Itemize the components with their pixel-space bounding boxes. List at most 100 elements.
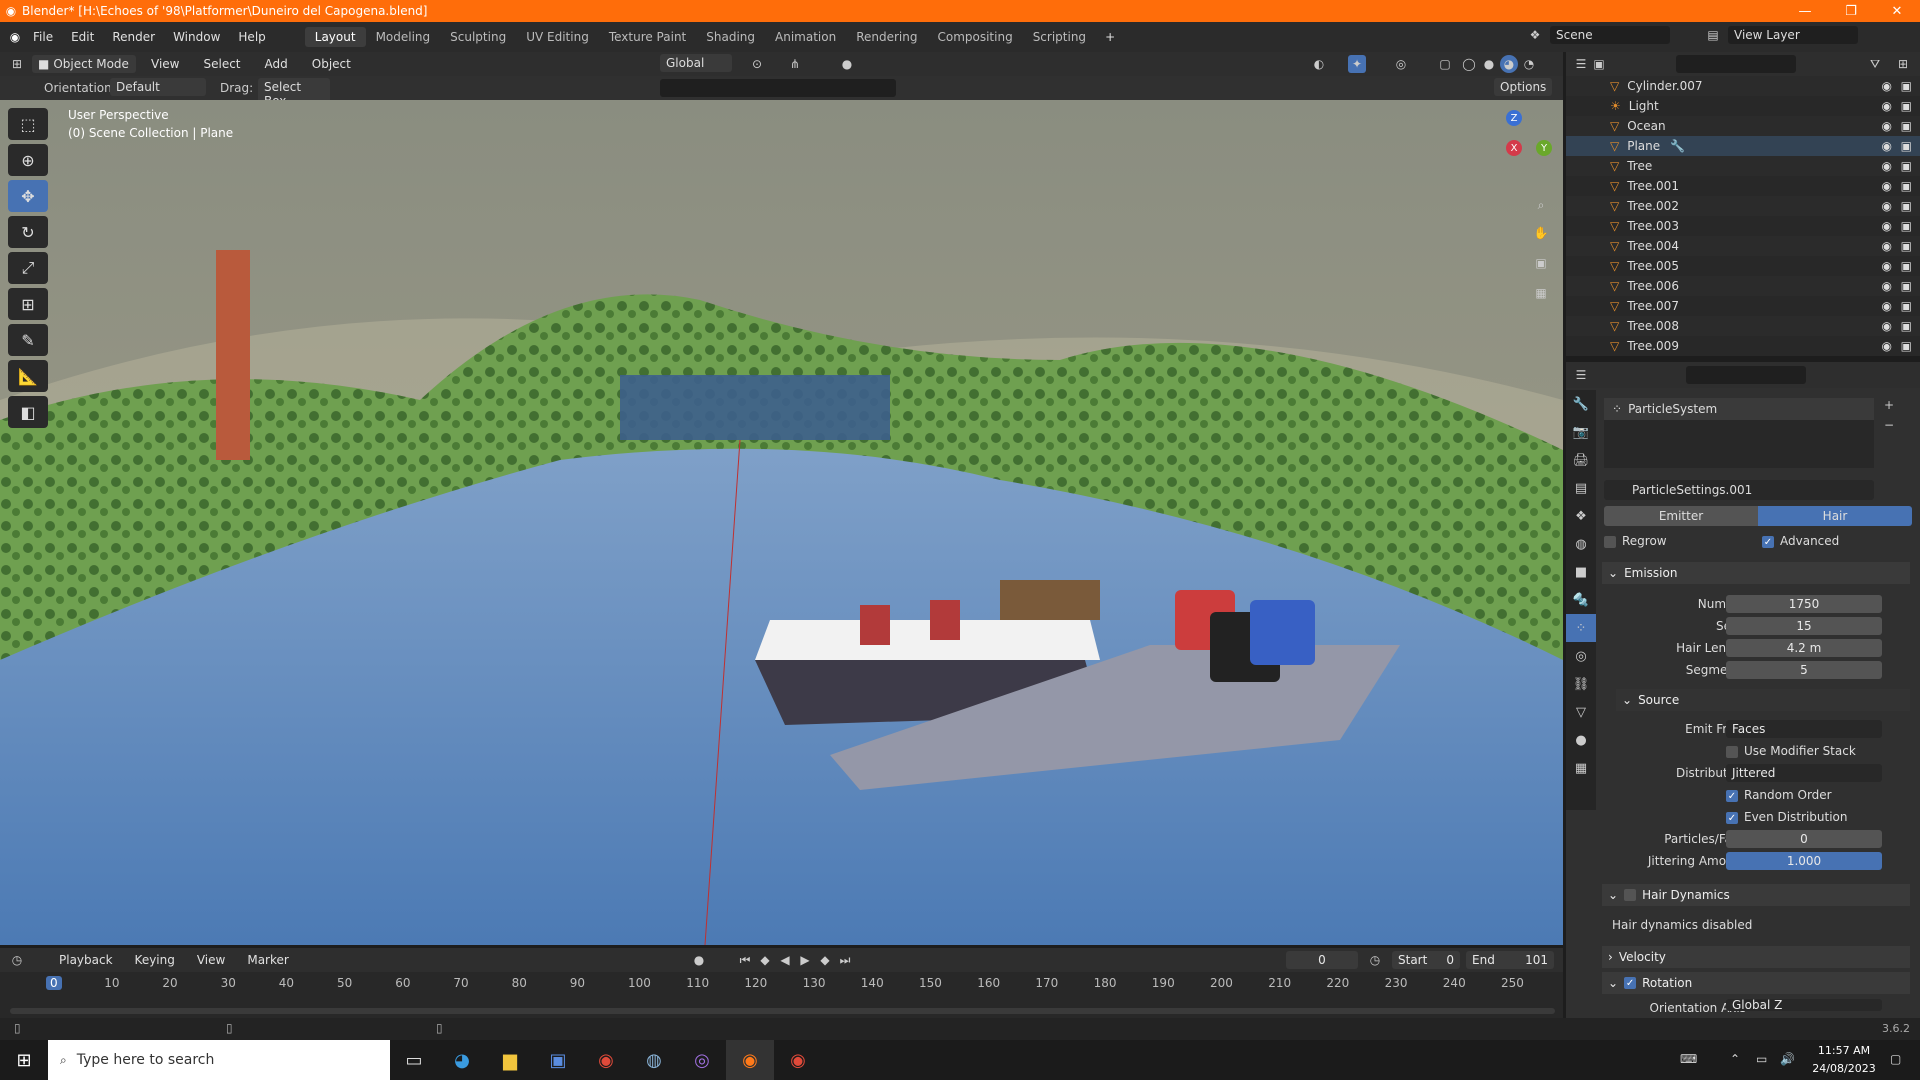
menu-add[interactable]: Add [256, 57, 297, 71]
tab-compositing[interactable]: Compositing [927, 27, 1022, 47]
minimize-button[interactable]: — [1782, 0, 1828, 22]
gizmo-toggle-icon[interactable]: ✦ [1348, 55, 1366, 73]
camera-icon[interactable]: ▣ [1901, 79, 1912, 93]
camera-icon[interactable]: ▣ [1901, 299, 1912, 313]
start-frame-field[interactable]: Start 0 [1392, 951, 1460, 969]
3d-viewport[interactable]: User Perspective (0) Scene Collection | … [0, 100, 1563, 945]
file-explorer-icon[interactable]: ▆ [486, 1040, 534, 1080]
eye-icon[interactable]: ◉ [1882, 339, 1892, 353]
display-mode-icon[interactable]: ▣ [1590, 55, 1608, 73]
hair-type-tab[interactable]: Hair [1758, 506, 1912, 526]
menu-render[interactable]: Render [103, 30, 164, 44]
seed-field[interactable]: 15 [1726, 617, 1882, 635]
ortho-grid-icon[interactable]: ▦ [1532, 284, 1550, 302]
outliner-search-input[interactable] [1676, 55, 1796, 73]
tab-uv-editing[interactable]: UV Editing [516, 27, 599, 47]
even-distribution-checkbox[interactable]: ✓ [1726, 812, 1738, 824]
camera-icon[interactable]: ▣ [1901, 319, 1912, 333]
outliner-row[interactable]: ▽ Tree ◉ ▣ [1566, 156, 1920, 176]
scene-icon[interactable]: ❖ [1526, 26, 1544, 44]
add-slot-icon[interactable]: + [1884, 398, 1894, 412]
move-tool-icon[interactable]: ✥ [8, 180, 48, 212]
tab-modeling[interactable]: Modeling [366, 27, 441, 47]
scene-selector[interactable]: Scene [1550, 26, 1670, 44]
rendered-shading-icon[interactable]: ◔ [1520, 55, 1538, 73]
texture-tab-icon[interactable]: ▦ [1566, 754, 1596, 782]
network-icon[interactable]: ▭ [1756, 1052, 1767, 1066]
particles-tab-icon[interactable]: ⁘ [1566, 614, 1596, 642]
jittering-amount-slider[interactable]: 1.000 [1726, 852, 1882, 870]
wireframe-shading-icon[interactable]: ◯ [1460, 55, 1478, 73]
notifications-icon[interactable]: ▢ [1890, 1052, 1901, 1066]
outliner-row[interactable]: ▽ Tree.009 ◉ ▣ [1566, 336, 1920, 356]
camera-icon[interactable]: ▣ [1901, 339, 1912, 353]
eye-icon[interactable]: ◉ [1882, 239, 1892, 253]
properties-search-input[interactable] [1686, 366, 1806, 384]
eye-icon[interactable]: ◉ [1882, 159, 1892, 173]
orientation-axis-dropdown[interactable]: Global Z [1726, 999, 1882, 1011]
taskbar-search-box[interactable]: ⌕ Type here to search [48, 1040, 390, 1080]
camera-icon[interactable]: ▣ [1901, 239, 1912, 253]
outliner-row[interactable]: ☀ Light ◉ ▣ [1566, 96, 1920, 116]
emit-from-dropdown[interactable]: Faces [1726, 720, 1882, 738]
outliner-editor-icon[interactable]: ☰ [1572, 55, 1590, 73]
hair-length-field[interactable]: 4.2 m [1726, 639, 1882, 657]
emission-panel-header[interactable]: ⌄ Emission [1602, 562, 1910, 584]
data-tab-icon[interactable]: ▽ [1566, 698, 1596, 726]
filter-icon[interactable]: ⛛ [1866, 55, 1884, 73]
material-tab-icon[interactable]: ● [1566, 726, 1596, 754]
proportional-edit-icon[interactable]: ● [838, 55, 856, 73]
tab-texture-paint[interactable]: Texture Paint [599, 27, 696, 47]
outliner-row[interactable]: ▽ Tree.003 ◉ ▣ [1566, 216, 1920, 236]
regrow-checkbox[interactable] [1604, 536, 1616, 548]
github-icon[interactable]: ◎ [678, 1040, 726, 1080]
eye-icon[interactable]: ◉ [1882, 219, 1892, 233]
pan-hand-icon[interactable]: ✋ [1532, 224, 1550, 242]
chrome-icon[interactable]: ◉ [582, 1040, 630, 1080]
menu-timeline-view[interactable]: View [188, 953, 234, 967]
remove-slot-icon[interactable]: − [1884, 418, 1894, 432]
new-collection-icon[interactable]: ⊞ [1894, 55, 1912, 73]
particle-system-list[interactable]: ⁘ ParticleSystem [1604, 398, 1874, 468]
camera-view-icon[interactable]: ▣ [1532, 254, 1550, 272]
render-tab-icon[interactable]: 📷 [1566, 418, 1596, 446]
blender-taskbar-icon[interactable]: ◉ [726, 1040, 774, 1080]
outliner-row-selected[interactable]: ▽ Plane 🔧 ◉ ▣ [1566, 136, 1920, 156]
view-layer-selector[interactable]: View Layer [1728, 26, 1858, 44]
timeline-scrollbar[interactable] [10, 1008, 1555, 1014]
physics-tab-icon[interactable]: ◎ [1566, 642, 1596, 670]
prev-keyframe-icon[interactable]: ◆ [756, 951, 774, 969]
select-box-tool-icon[interactable]: ⬚ [8, 108, 48, 140]
outliner-row[interactable]: ▽ Tree.001 ◉ ▣ [1566, 176, 1920, 196]
view-layer-icon[interactable]: ▤ [1704, 26, 1722, 44]
tab-layout[interactable]: Layout [304, 27, 366, 47]
eye-icon[interactable]: ◉ [1882, 279, 1892, 293]
eye-icon[interactable]: ◉ [1882, 139, 1892, 153]
rotate-tool-icon[interactable]: ↻ [8, 216, 48, 248]
end-frame-field[interactable]: End 101 [1466, 951, 1554, 969]
hair-dynamics-checkbox[interactable] [1624, 889, 1637, 901]
menu-object[interactable]: Object [303, 57, 360, 71]
camera-icon[interactable]: ▣ [1901, 139, 1912, 153]
maximize-button[interactable]: ❐ [1828, 0, 1874, 22]
jump-end-icon[interactable]: ⏭ [836, 951, 854, 969]
transform-tool-icon[interactable]: ⊞ [8, 288, 48, 320]
add-workspace-icon[interactable]: + [1096, 30, 1124, 44]
navigation-gizmo[interactable]: Z Y X [1474, 106, 1554, 186]
particle-system-name[interactable]: ParticleSystem [1628, 402, 1717, 416]
steam-icon[interactable]: ◍ [630, 1040, 678, 1080]
tab-sculpting[interactable]: Sculpting [440, 27, 516, 47]
outliner-row[interactable]: ▽ Tree.005 ◉ ▣ [1566, 256, 1920, 276]
options-button[interactable]: Options [1494, 78, 1553, 96]
xray-icon[interactable]: ▢ [1436, 55, 1454, 73]
modifier-tab-icon[interactable]: 🔩 [1566, 586, 1596, 614]
editor-type-icon[interactable]: ⊞ [8, 55, 26, 73]
visibility-icon[interactable]: ◐ [1310, 55, 1328, 73]
store-icon[interactable]: ▣ [534, 1040, 582, 1080]
current-frame-field[interactable]: 0 [1286, 951, 1358, 969]
outliner-row[interactable]: ▽ Cylinder.007 ◉ ▣ [1566, 76, 1920, 96]
outliner-row[interactable]: ▽ Tree.008 ◉ ▣ [1566, 316, 1920, 336]
clock-icon[interactable]: ◷ [1366, 951, 1384, 969]
gizmo-x-axis[interactable]: X [1506, 140, 1522, 156]
annotate-tool-icon[interactable]: ✎ [8, 324, 48, 356]
